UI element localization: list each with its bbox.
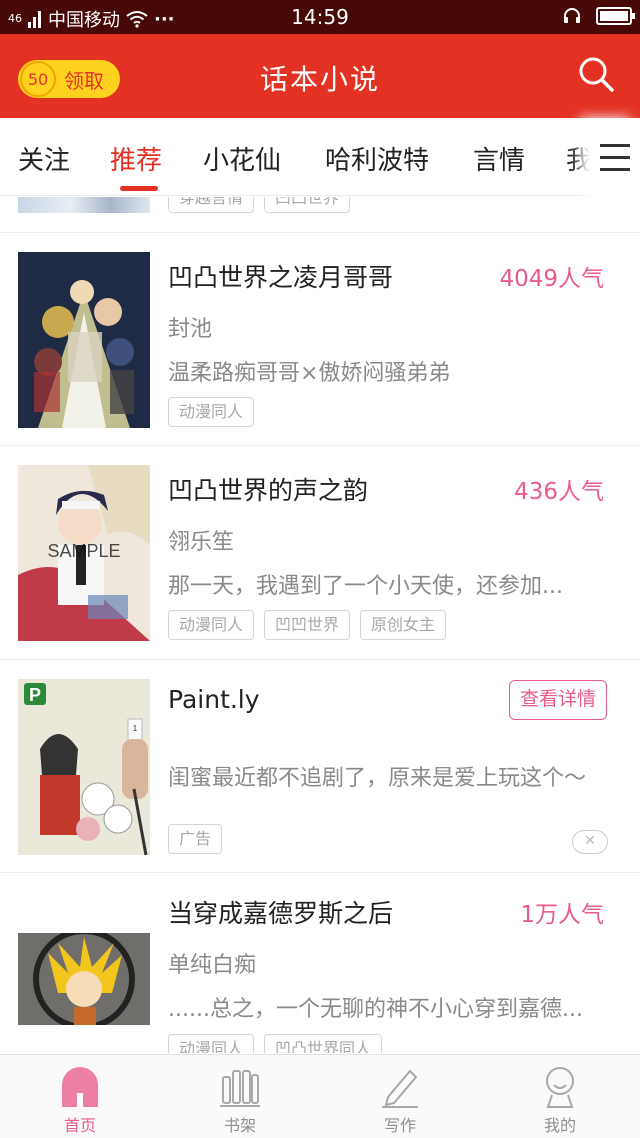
ad-cover-image: P 1 2 3	[18, 679, 150, 855]
search-icon[interactable]	[576, 54, 616, 94]
tag[interactable]: 原创女主	[360, 610, 447, 640]
tag: 穿越言情	[168, 197, 255, 213]
book-title[interactable]: 凹凸世界之凌月哥哥	[168, 258, 393, 294]
nav-label: 书架	[223, 1116, 256, 1135]
app-title: 话本小说	[259, 63, 380, 96]
pencil-icon	[382, 1069, 418, 1108]
tag-list: 穿越言情 凹凸世界	[168, 197, 351, 213]
sample-watermark: SAMPLE	[47, 541, 120, 561]
tag-list: 动漫同人 凹凹世界 原创女主	[168, 610, 447, 640]
tag[interactable]: 凹凸世界同人	[264, 1034, 383, 1053]
menu-line	[600, 144, 630, 147]
home-icon	[62, 1067, 98, 1107]
status-bar: 46 中国移动 ··· 14:59	[0, 0, 640, 34]
list-item[interactable]: 穿越言情 凹凸世界	[0, 197, 640, 233]
tag[interactable]: 动漫同人	[168, 1034, 255, 1053]
bottom-nav: 首页 书架 写作 我的	[0, 1054, 640, 1138]
book-description: 那一天，我遇到了一个小天使，还参加...	[168, 574, 563, 599]
book-description: 温柔路痴哥哥×傲娇闷骚弟弟	[168, 361, 451, 386]
battery-icon	[596, 7, 635, 25]
nav-bookshelf[interactable]: 书架	[160, 1055, 320, 1138]
book-cover-image	[18, 252, 150, 428]
menu-line	[600, 156, 630, 159]
nav-label: 写作	[383, 1116, 416, 1135]
status-right	[562, 6, 635, 26]
ad-badge: 广告	[168, 824, 223, 854]
profile-icon	[546, 1067, 574, 1108]
nav-home[interactable]: 首页	[0, 1055, 160, 1138]
headphones-icon	[564, 8, 580, 23]
book-author[interactable]: 封池	[168, 311, 212, 343]
active-tab-indicator	[120, 186, 158, 191]
tab-recommend[interactable]: 推荐	[110, 140, 162, 177]
popularity-count: 4049人气	[499, 266, 604, 292]
tab-partial[interactable]: 我	[566, 140, 592, 177]
book-cover-image	[18, 933, 150, 1025]
list-item[interactable]: 凹凸世界之凌月哥哥 4049人气 封池 温柔路痴哥哥×傲娇闷骚弟弟 动漫同人	[0, 233, 640, 446]
tag-list: 动漫同人 凹凸世界同人	[168, 1034, 383, 1053]
status-time: 14:59	[291, 5, 349, 29]
tag-list: 广告	[168, 824, 223, 854]
menu-line	[600, 168, 630, 171]
book-cover-image: SAMPLE	[18, 465, 150, 641]
nav-label: 首页	[63, 1116, 96, 1135]
popularity-count: 436人气	[514, 479, 604, 505]
ad-description: 闺蜜最近都不追剧了，原来是爱上玩这个～	[168, 766, 587, 791]
book-cover-image	[18, 197, 150, 213]
tab-harry-potter[interactable]: 哈利波特	[325, 140, 429, 177]
bookshelf-icon	[220, 1070, 260, 1107]
ad-item[interactable]: P 1 2 3 Paint.ly 查看详情 闺蜜最近都不追剧了，原来是爱上玩这个…	[0, 660, 640, 873]
tag: 凹凸世界	[264, 197, 351, 213]
tag[interactable]: 动漫同人	[168, 397, 255, 427]
book-list[interactable]: 穿越言情 凹凸世界 凹凸世界之凌月哥哥 4049人气 封池 温柔路痴哥哥×傲娇闷…	[0, 197, 640, 1053]
list-item[interactable]: SAMPLE 凹凸世界的声之韵 436人气 翎乐笙 那一天，我遇到了一个小天使，…	[0, 446, 640, 660]
book-author[interactable]: 翎乐笙	[168, 524, 234, 556]
tab-xiaohuaxian[interactable]: 小花仙	[203, 140, 281, 177]
category-tabs: 关注 推荐 小花仙 哈利波特 言情 我	[0, 118, 640, 196]
nav-write[interactable]: 写作	[320, 1055, 480, 1138]
ad-close-button[interactable]: ✕	[572, 830, 608, 854]
book-title[interactable]: 当穿成嘉德罗斯之后	[168, 894, 393, 930]
app-header: 50 领取 话本小说	[0, 34, 640, 118]
list-item[interactable]: 当穿成嘉德罗斯之后 1万人气 单纯白痴 ......总之，一个无聊的神不小心穿到…	[0, 873, 640, 1053]
tag[interactable]: 凹凹世界	[264, 610, 351, 640]
tag[interactable]: 动漫同人	[168, 610, 255, 640]
paintly-logo-letter: P	[29, 685, 41, 705]
nav-me[interactable]: 我的	[480, 1055, 640, 1138]
popularity-count: 1万人气	[520, 902, 604, 928]
ad-title[interactable]: Paint.ly	[168, 685, 260, 714]
book-description: ......总之，一个无聊的神不小心穿到嘉德...	[168, 997, 583, 1022]
view-details-button[interactable]: 查看详情	[509, 680, 607, 720]
book-author[interactable]: 单纯白痴	[168, 947, 256, 979]
tab-follow[interactable]: 关注	[18, 140, 70, 177]
palette-number: 1	[133, 724, 138, 733]
tag-list: 动漫同人	[168, 397, 255, 427]
nav-label: 我的	[543, 1116, 576, 1135]
tab-romance[interactable]: 言情	[473, 140, 525, 177]
book-title[interactable]: 凹凸世界的声之韵	[168, 471, 368, 507]
tabs-menu-icon[interactable]	[590, 118, 640, 196]
